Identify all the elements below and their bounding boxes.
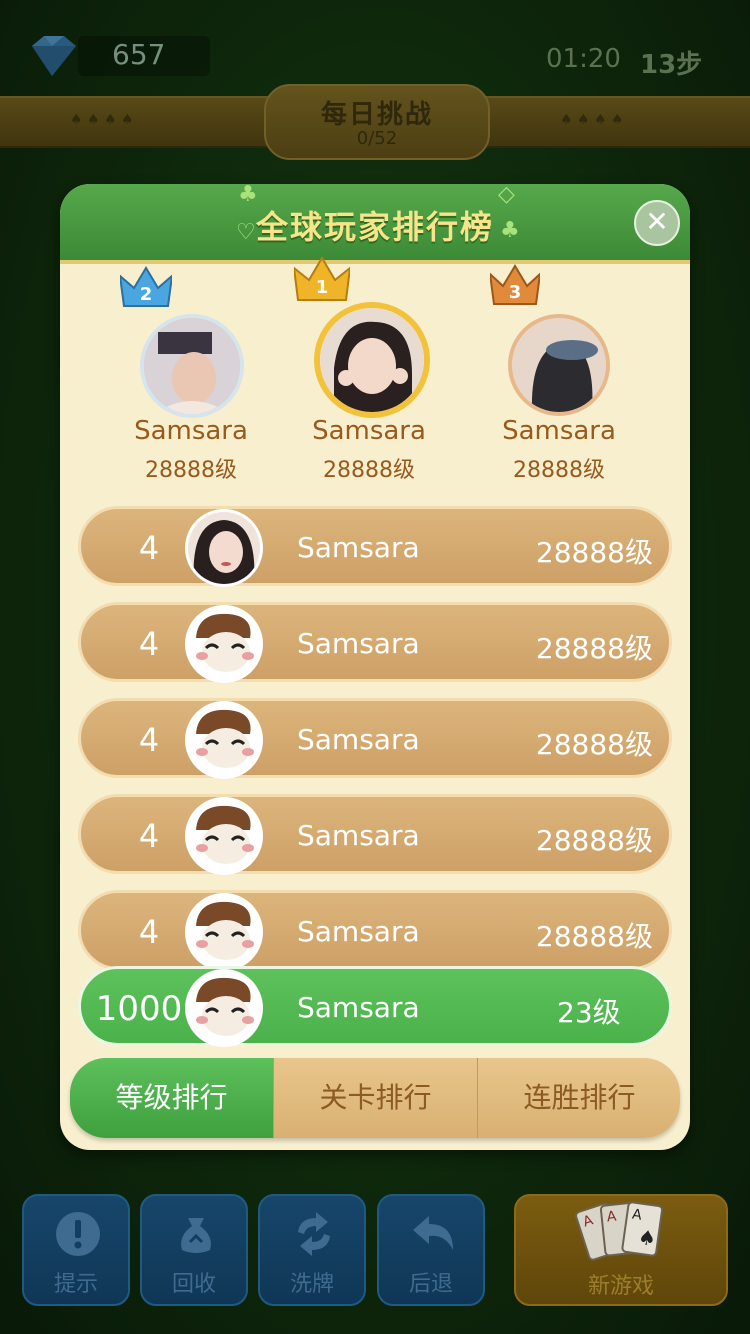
new-game-button[interactable]: A A A ♠ 新游戏 — [514, 1194, 728, 1306]
timer: 01:20 — [546, 44, 621, 74]
new-game-label: 新游戏 — [587, 1274, 654, 1299]
cat-avatar-icon — [188, 896, 260, 968]
recycle-bag-icon — [181, 1218, 211, 1253]
leaderboard-row[interactable]: 4 Samsara 28888级 — [78, 506, 672, 587]
avatar-image — [320, 308, 424, 412]
shuffle-icon — [298, 1212, 330, 1256]
default-avatar — [185, 605, 263, 683]
row-name: Samsara — [297, 819, 420, 852]
hint-button[interactable]: 提示 — [22, 1194, 130, 1306]
leaderboard-row[interactable]: 4 Samsara 28888级 — [78, 698, 672, 779]
undo-icon — [413, 1216, 453, 1250]
podium-level: 28888级 — [323, 458, 415, 483]
daily-challenge-button[interactable]: 每日挑战 0/52 — [264, 84, 490, 160]
avatar — [140, 314, 244, 418]
tab-level-rank[interactable]: 等级排行 — [70, 1058, 273, 1138]
row-name: Samsara — [297, 723, 420, 756]
row-name: Samsara — [297, 915, 420, 948]
modal-title: 全球玩家排行榜 — [255, 208, 494, 246]
cat-avatar-icon — [188, 800, 260, 872]
modal-header: ♣ ♡ ◇ ♣ 全球玩家排行榜 ✕ — [60, 184, 690, 264]
spade-deco-icon: ♠ ♠ ♠ ♠ — [70, 112, 134, 128]
podium-level: 28888级 — [513, 458, 605, 483]
row-name: Samsara — [297, 531, 420, 564]
shuffle-button[interactable]: 洗牌 — [258, 1194, 366, 1306]
default-avatar — [185, 701, 263, 779]
shuffle-label: 洗牌 — [289, 1272, 334, 1297]
gem-count: 657 — [112, 38, 166, 71]
top-bar: 657 01:20 13步 — [0, 0, 750, 95]
default-avatar — [185, 893, 263, 971]
avatar-image — [512, 318, 606, 412]
exclamation-icon — [56, 1212, 100, 1256]
spade-deco-icon: ♠ ♠ ♠ ♠ — [560, 112, 624, 128]
recycle-label: 回收 — [171, 1272, 216, 1297]
cat-avatar-icon — [188, 704, 260, 776]
crown-number: 2 — [140, 284, 153, 305]
row-level: 28888级 — [535, 920, 653, 953]
crown-number: 1 — [316, 277, 329, 298]
cards-icon: A A A ♠ — [575, 1201, 664, 1261]
self-name: Samsara — [297, 991, 420, 1024]
leaderboard-modal: ♣ ♡ ◇ ♣ 全球玩家排行榜 ✕ 2 Samsara 28888级 1 Sam… — [60, 184, 690, 1150]
hint-label: 提示 — [53, 1272, 98, 1297]
default-avatar — [185, 797, 263, 875]
cat-avatar-icon — [188, 608, 260, 680]
crown-icon: 1 — [294, 256, 350, 301]
avatar — [185, 509, 263, 587]
leaderboard-row[interactable]: 4 Samsara 28888级 — [78, 794, 672, 875]
leaderboard-row[interactable]: 4 Samsara 28888级 — [78, 602, 672, 683]
step-count: 13步 — [640, 50, 703, 80]
row-level: 28888级 — [535, 728, 653, 761]
self-rank: 1000 — [95, 989, 183, 1029]
daily-challenge-progress: 0/52 — [356, 128, 398, 149]
recycle-button[interactable]: 回收 — [140, 1194, 248, 1306]
default-avatar — [185, 969, 263, 1047]
podium-level: 28888级 — [145, 458, 237, 483]
podium-name: Samsara — [312, 416, 426, 446]
leaderboard-row[interactable]: 4 Samsara 28888级 — [78, 890, 672, 971]
row-name: Samsara — [297, 627, 420, 660]
rank-tab-bar: 等级排行 关卡排行 连胜排行 — [70, 1058, 680, 1138]
diamond-icon — [32, 36, 76, 76]
crown-icon: 3 — [490, 264, 540, 305]
row-level: 28888级 — [535, 824, 653, 857]
daily-challenge-title: 每日挑战 — [320, 100, 433, 130]
avatar-image — [144, 318, 240, 414]
undo-button[interactable]: 后退 — [377, 1194, 485, 1306]
close-icon: ✕ — [645, 205, 669, 238]
avatar — [508, 314, 610, 416]
crown-icon: 2 — [120, 266, 172, 307]
avatar — [314, 302, 430, 418]
close-button[interactable]: ✕ — [634, 200, 680, 246]
cat-avatar-icon — [188, 972, 260, 1044]
row-level: 28888级 — [535, 536, 653, 569]
podium-name: Samsara — [134, 416, 248, 446]
svg-text:♠: ♠ — [637, 1225, 658, 1251]
avatar-image — [188, 512, 260, 584]
tab-stage-rank[interactable]: 关卡排行 — [274, 1058, 477, 1138]
row-level: 28888级 — [535, 632, 653, 665]
self-level: 23级 — [557, 996, 621, 1029]
crown-number: 3 — [509, 282, 522, 303]
podium-name: Samsara — [502, 416, 616, 446]
tab-streak-rank[interactable]: 连胜排行 — [478, 1058, 680, 1138]
self-rank-row[interactable]: 1000 Samsara 23级 — [78, 966, 672, 1047]
undo-label: 后退 — [408, 1272, 453, 1297]
